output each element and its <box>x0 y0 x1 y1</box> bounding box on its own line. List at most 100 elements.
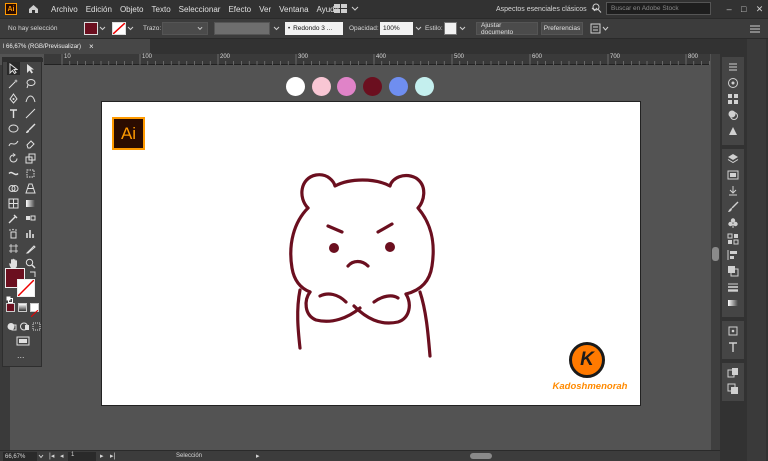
screen-mode-icon[interactable] <box>16 333 30 346</box>
menu-texto[interactable]: Texto <box>152 5 171 14</box>
swatches-panel-icon[interactable] <box>727 93 739 105</box>
vertical-scrollbar[interactable] <box>711 54 720 450</box>
draw-inside-icon[interactable] <box>32 318 42 331</box>
bear-illustration[interactable] <box>280 170 440 360</box>
transform-panel-icon[interactable] <box>727 325 739 337</box>
palette-swatch-white[interactable] <box>286 77 305 96</box>
eyedropper-tool-icon[interactable] <box>7 212 20 225</box>
shape-builder-tool-icon[interactable] <box>7 182 20 195</box>
gradient-tool-icon[interactable] <box>24 197 37 210</box>
scale-tool-icon[interactable] <box>24 152 37 165</box>
perspective-grid-tool-icon[interactable] <box>24 182 37 195</box>
pathfinder-panel-icon[interactable] <box>727 265 739 277</box>
arrange-panel-icon[interactable] <box>590 23 610 35</box>
artboard-tool-icon[interactable] <box>7 242 20 255</box>
direct-selection-tool-icon[interactable] <box>24 62 37 75</box>
appearance-panel-icon[interactable] <box>727 109 739 121</box>
fill-color-swatch[interactable] <box>84 22 98 35</box>
document-tab[interactable]: l 66,67% (RGB/Previsualizar) × <box>0 39 150 54</box>
status-menu-icon[interactable]: ▸ <box>256 452 260 460</box>
opacity-dropdown-icon[interactable] <box>415 26 422 31</box>
type-tool-icon[interactable] <box>7 107 20 120</box>
magic-wand-tool-icon[interactable] <box>7 77 20 90</box>
preferences-button[interactable]: Preferencias <box>541 22 583 35</box>
menu-ventana[interactable]: Ventana <box>279 5 308 14</box>
menu-seleccionar[interactable]: Seleccionar <box>179 5 221 14</box>
horizontal-scroll-thumb[interactable] <box>470 453 492 459</box>
zoom-field[interactable]: 66,67% <box>3 452 37 461</box>
blend-tool-icon[interactable] <box>24 212 37 225</box>
selection-tool-icon[interactable] <box>7 62 20 75</box>
align-panel-icon[interactable] <box>727 249 739 261</box>
asset-export-panel-icon[interactable] <box>727 185 739 197</box>
search-icon[interactable] <box>592 3 602 14</box>
none-mode-button[interactable] <box>30 303 39 318</box>
paintbrush-tool-icon[interactable] <box>24 122 37 135</box>
palette-swatch-pink[interactable] <box>312 77 331 96</box>
default-colors-icon[interactable] <box>6 290 13 303</box>
adjust-document-button[interactable]: Ajustar documento <box>476 22 538 36</box>
profile-dropdown-icon[interactable] <box>273 26 280 31</box>
style-dropdown-icon[interactable] <box>459 26 466 31</box>
stroke-swatch[interactable] <box>17 279 35 297</box>
line-tool-icon[interactable] <box>24 107 37 120</box>
brushes-panel-icon[interactable] <box>727 201 739 213</box>
column-graph-tool-icon[interactable] <box>24 227 37 240</box>
brush-definition-field[interactable]: • Redondo 3 ... <box>285 22 343 35</box>
panel-collapse-strip[interactable] <box>747 39 766 461</box>
swap-fill-stroke-icon[interactable] <box>29 265 37 277</box>
menu-ver[interactable]: Ver <box>259 5 271 14</box>
color-panel-icon[interactable] <box>727 77 739 89</box>
workspace-switcher[interactable]: Aspectos esenciales clásicos <box>496 3 598 15</box>
menu-archivo[interactable]: Archivo <box>51 5 78 14</box>
first-artboard-icon[interactable]: |◂ <box>49 452 54 460</box>
stroke-color-swatch[interactable] <box>112 22 126 35</box>
stroke-weight-field[interactable] <box>162 22 208 35</box>
menu-objeto[interactable]: Objeto <box>120 5 144 14</box>
palette-swatch-mint[interactable] <box>415 77 434 96</box>
gradient-panel-icon[interactable] <box>727 297 739 309</box>
curvature-tool-icon[interactable] <box>24 92 37 105</box>
next-artboard-icon[interactable]: ▸ <box>100 452 104 460</box>
artboards-panel-icon[interactable] <box>727 169 739 181</box>
free-transform-tool-icon[interactable] <box>24 167 37 180</box>
edit-toolbar-button[interactable]: ... <box>17 350 25 360</box>
maximize-icon[interactable]: □ <box>741 4 746 14</box>
gradient-mode-button[interactable] <box>18 303 27 312</box>
stroke-dropdown-icon[interactable] <box>127 26 134 31</box>
close-icon[interactable]: ✕ <box>756 4 764 15</box>
slice-tool-icon[interactable] <box>24 242 37 255</box>
menu-edicion[interactable]: Edición <box>86 5 112 14</box>
zoom-dropdown-icon[interactable] <box>38 454 44 459</box>
panel-menu-icon[interactable] <box>748 23 762 35</box>
rotate-tool-icon[interactable] <box>7 152 20 165</box>
pen-tool-icon[interactable] <box>7 92 20 105</box>
ellipse-tool-icon[interactable] <box>7 122 20 135</box>
opacity-field[interactable]: 100% <box>380 22 413 35</box>
arrange-documents-icon[interactable] <box>334 3 362 14</box>
menu-efecto[interactable]: Efecto <box>228 5 251 14</box>
scrollbar-thumb[interactable] <box>712 247 719 261</box>
draw-normal-icon[interactable] <box>7 318 17 331</box>
home-icon[interactable] <box>27 3 39 15</box>
palette-swatch-blue[interactable] <box>389 77 408 96</box>
draw-behind-icon[interactable] <box>20 318 30 331</box>
libraries-panel-icon[interactable] <box>727 367 739 379</box>
mesh-tool-icon[interactable] <box>7 197 20 210</box>
stock-search-input[interactable]: Buscar en Adobe Stock <box>606 2 711 15</box>
shaper-tool-icon[interactable] <box>7 137 20 150</box>
graphic-style-swatch[interactable] <box>444 22 457 35</box>
palette-swatch-maroon[interactable] <box>363 77 382 96</box>
width-tool-icon[interactable] <box>7 167 20 180</box>
transparency-panel-icon[interactable] <box>727 125 739 137</box>
artboard[interactable]: Ai K Kadoshmenorah <box>101 101 641 406</box>
graphic-styles-panel-icon[interactable] <box>727 233 739 245</box>
layers-panel-icon[interactable] <box>727 153 739 165</box>
links-panel-icon[interactable] <box>727 383 739 395</box>
color-mode-button[interactable] <box>6 303 15 312</box>
close-tab-icon[interactable]: × <box>89 42 94 51</box>
symbols-panel-icon[interactable] <box>727 217 739 229</box>
character-panel-icon[interactable] <box>727 341 739 353</box>
properties-panel-icon[interactable] <box>727 61 739 73</box>
eraser-tool-icon[interactable] <box>24 137 37 150</box>
